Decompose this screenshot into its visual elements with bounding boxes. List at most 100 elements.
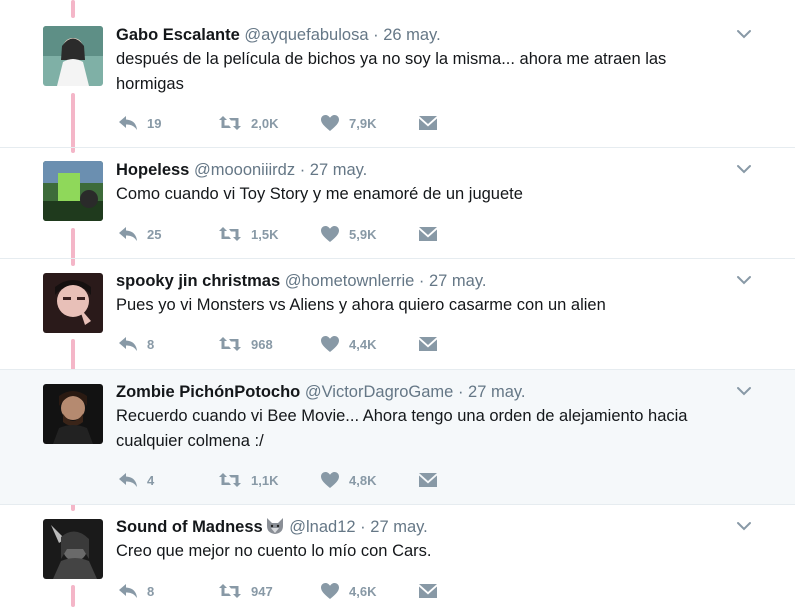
tweet-date[interactable]: 27 may. [468,383,525,401]
reply-count: 8 [147,336,155,352]
avatar-image [43,26,103,86]
separator-dot: · [457,383,464,401]
reply-icon [119,473,137,487]
like-count: 4,4K [349,336,377,352]
user-handle[interactable]: @ayquefabulosa [244,26,368,44]
chevron-down-icon[interactable] [736,275,752,285]
tweet-text: Recuerdo cuando vi Bee Movie... Ahora te… [116,404,716,454]
separator-dot: · [299,161,306,179]
like-button[interactable]: 4,8K [320,469,376,491]
retweet-button[interactable]: 2,0K [218,112,278,134]
reply-button[interactable]: 4 [118,469,154,491]
retweet-icon [219,116,241,130]
tweet-date[interactable]: 27 may. [310,161,367,179]
reply-button[interactable]: 25 [118,223,161,245]
like-count: 4,8K [349,472,377,488]
reply-button[interactable]: 8 [118,580,154,602]
reply-button[interactable]: 19 [118,112,161,134]
chevron-down-icon[interactable] [736,386,752,396]
retweet-count: 968 [251,336,273,352]
retweet-icon [219,473,241,487]
message-icon [419,116,437,130]
reply-count: 25 [147,226,162,242]
retweet-button[interactable]: 968 [218,333,273,355]
retweet-count: 2,0K [251,115,279,131]
chevron-down-icon[interactable] [736,164,752,174]
tweet-date[interactable]: 27 may. [370,518,427,536]
tweet-text-line: cualquier colmena :/ [116,432,264,450]
user-handle[interactable]: @lnad12 [289,518,355,536]
like-icon [321,583,339,599]
tweet-header: Sound of Madness @lnad12 · 27 may. [116,516,725,538]
message-button[interactable] [418,112,438,134]
retweet-count: 947 [251,583,273,599]
like-button[interactable]: 4,4K [320,333,376,355]
wolf-emoji-icon [266,518,283,534]
message-icon [419,584,437,598]
display-name[interactable]: Sound of Madness [116,518,263,536]
reply-count: 4 [147,472,155,488]
tweet-text: Pues yo vi Monsters vs Aliens y ahora qu… [116,293,716,318]
like-icon [321,115,339,131]
message-button[interactable] [418,580,438,602]
chevron-down-icon[interactable] [736,29,752,39]
retweet-button[interactable]: 1,5K [218,223,278,245]
message-button[interactable] [418,333,438,355]
tweet-date[interactable]: 26 may. [383,26,440,44]
like-count: 7,9K [349,115,377,131]
tweet[interactable]: spooky jin christmas @hometownlerrie · 2… [0,259,795,370]
like-count: 4,6K [349,583,377,599]
avatar[interactable] [43,26,103,86]
like-button[interactable]: 5,9K [320,223,376,245]
reply-icon [119,337,137,351]
user-handle[interactable]: @VictorDagroGame [305,383,454,401]
tweet[interactable]: Zombie PichónPotocho @VictorDagroGame · … [0,370,795,505]
separator-dot: · [418,272,425,290]
avatar[interactable] [43,161,103,221]
separator-dot: · [373,26,379,44]
tweet[interactable]: Gabo Escalante @ayquefabulosa · 26 may. … [0,0,795,148]
retweet-count: 1,1K [251,472,279,488]
retweet-button[interactable]: 1,1K [218,469,278,491]
tweet-text-line: hormigas [116,75,184,93]
display-name[interactable]: Zombie PichónPotocho [116,383,300,401]
avatar-image [43,273,103,333]
message-icon [419,473,437,487]
retweet-button[interactable]: 947 [218,580,273,602]
display-name[interactable]: Gabo Escalante [116,26,240,44]
reply-count: 8 [147,583,155,599]
tweet-actions: 4 1,1K 4,8K [118,469,518,491]
tweet[interactable]: Hopeless @moooniiirdz · 27 may. Como cua… [0,148,795,259]
message-icon [419,337,437,351]
tweet-text: Como cuando vi Toy Story y me enamoré de… [116,182,716,207]
tweet-date[interactable]: 27 may. [429,272,486,290]
message-button[interactable] [418,223,438,245]
like-button[interactable]: 7,9K [320,112,376,134]
avatar[interactable] [43,273,103,333]
tweet-text: Creo que mejor no cuento lo mío con Cars… [116,539,716,564]
chevron-down-icon[interactable] [736,521,752,531]
separator-dot: · [360,518,366,536]
tweet-actions: 8 968 4,4K [118,333,518,355]
avatar-image [43,519,103,579]
avatar[interactable] [43,384,103,444]
tweet[interactable]: Sound of Madness @lnad12 · 27 may. Creo … [0,505,795,607]
reply-icon [119,584,137,598]
message-icon [419,227,437,241]
reply-button[interactable]: 8 [118,333,154,355]
reply-icon [119,116,137,130]
message-button[interactable] [418,469,438,491]
tweet-actions: 25 1,5K 5,9K [118,223,518,245]
avatar-image [43,161,103,221]
tweet-text-line: Pues yo vi Monsters vs Aliens y ahora qu… [116,296,606,314]
display-name[interactable]: Hopeless [116,161,189,179]
tweet-header: Zombie PichónPotocho @VictorDagroGame · … [116,381,725,403]
tweet-header: spooky jin christmas @hometownlerrie · 2… [116,270,725,292]
display-name[interactable]: spooky jin christmas [116,272,280,290]
like-button[interactable]: 4,6K [320,580,376,602]
avatar[interactable] [43,519,103,579]
like-count: 5,9K [349,226,377,242]
user-handle[interactable]: @moooniiirdz [194,161,295,179]
like-icon [321,226,339,242]
user-handle[interactable]: @hometownlerrie [285,272,415,290]
